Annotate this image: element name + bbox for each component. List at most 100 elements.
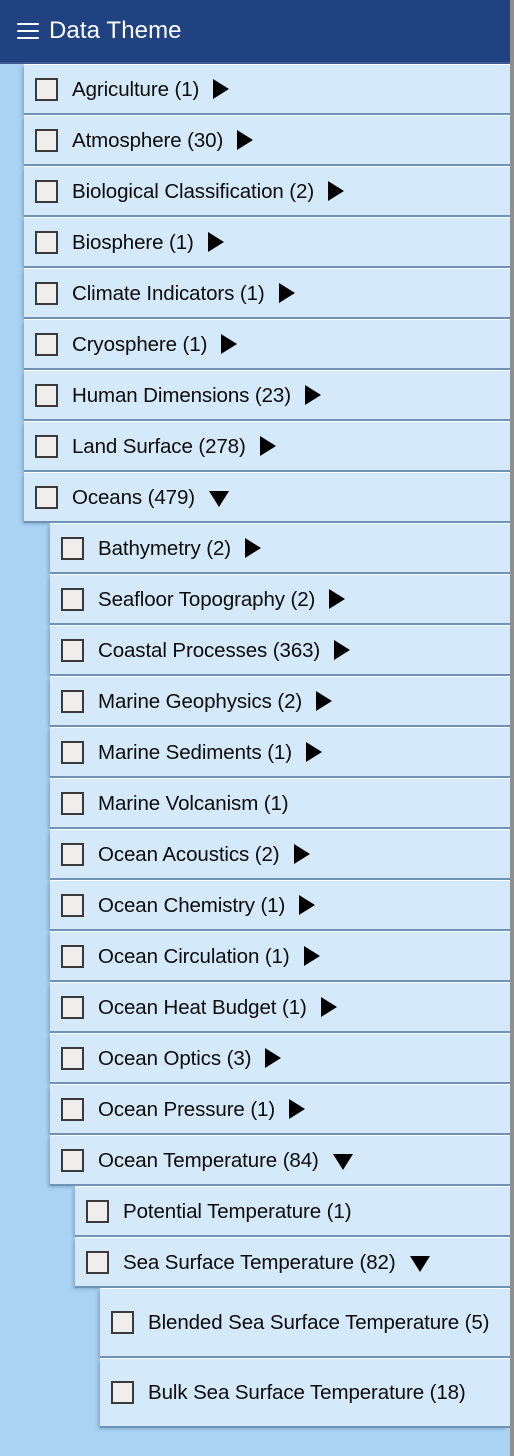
checkbox[interactable]	[35, 230, 58, 254]
checkbox[interactable]	[86, 1199, 109, 1223]
tree-item-biological-classification[interactable]: Biological Classification (2)	[24, 166, 510, 217]
checkbox[interactable]	[61, 791, 84, 815]
chevron-right-icon[interactable]	[316, 691, 333, 711]
tree-item-label: Marine Geophysics (2)	[98, 689, 303, 713]
tree-item-ocean-pressure[interactable]: Ocean Pressure (1)	[50, 1084, 510, 1135]
tree-item-land-surface[interactable]: Land Surface (278)	[24, 421, 510, 472]
checkbox[interactable]	[111, 1381, 134, 1404]
checkbox[interactable]	[35, 281, 58, 305]
chevron-right-icon[interactable]	[213, 79, 230, 99]
tree-item-label-wrap: Ocean Pressure (1)	[98, 1096, 504, 1123]
tree-item-label-wrap: Coastal Processes (363)	[98, 637, 504, 664]
tree-item-label-wrap: Ocean Acoustics (2)	[98, 841, 504, 868]
tree-item-ocean-temperature[interactable]: Ocean Temperature (84)	[50, 1135, 510, 1186]
checkbox[interactable]	[61, 944, 84, 968]
chevron-right-icon[interactable]	[303, 946, 320, 966]
tree-item-biosphere[interactable]: Biosphere (1)	[24, 217, 510, 268]
checkbox[interactable]	[61, 1148, 84, 1172]
checkbox[interactable]	[61, 1097, 84, 1121]
tree-item-label-wrap: Marine Volcanism (1)	[98, 790, 504, 817]
checkbox[interactable]	[61, 587, 84, 611]
tree-item-label-wrap: Ocean Chemistry (1)	[98, 892, 504, 919]
chevron-right-icon[interactable]	[299, 895, 316, 915]
chevron-right-icon[interactable]	[278, 283, 295, 303]
chevron-right-icon[interactable]	[245, 538, 262, 558]
tree-item-seafloor-topography[interactable]: Seafloor Topography (2)	[50, 574, 510, 625]
hamburger-icon[interactable]	[17, 22, 39, 40]
chevron-down-icon[interactable]	[332, 1153, 353, 1170]
chevron-down-icon[interactable]	[209, 490, 230, 507]
tree-item-ocean-optics[interactable]: Ocean Optics (3)	[50, 1033, 510, 1084]
chevron-right-icon[interactable]	[320, 997, 337, 1017]
tree-item-oceans[interactable]: Oceans (479)	[24, 472, 510, 523]
tree-item-blended-sea-surface-temperature[interactable]: Blended Sea Surface Temperature (5)	[100, 1288, 510, 1358]
page-title: Data Theme	[49, 17, 182, 44]
checkbox[interactable]	[61, 638, 84, 662]
chevron-right-icon[interactable]	[293, 844, 310, 864]
tree-item-label-wrap: Bathymetry (2)	[98, 535, 504, 562]
tree-item-marine-sediments[interactable]: Marine Sediments (1)	[50, 727, 510, 778]
checkbox[interactable]	[35, 485, 58, 509]
tree-item-cryosphere[interactable]: Cryosphere (1)	[24, 319, 510, 370]
tree-item-label-wrap: Seafloor Topography (2)	[98, 586, 504, 613]
tree-item-agriculture[interactable]: Agriculture (1)	[24, 64, 510, 115]
tree-item-label: Oceans (479)	[72, 485, 196, 509]
data-theme-tree: Agriculture (1) Atmosphere (30) Biological…	[0, 64, 510, 1428]
tree-item-label: Sea Surface Temperature (82)	[123, 1250, 396, 1274]
checkbox[interactable]	[35, 179, 58, 203]
tree-item-sea-surface-temperature[interactable]: Sea Surface Temperature (82)	[75, 1237, 510, 1288]
tree-item-label-wrap: Biosphere (1)	[72, 229, 504, 256]
checkbox[interactable]	[35, 434, 58, 458]
checkbox[interactable]	[35, 332, 58, 356]
tree-item-label: Marine Sediments (1)	[98, 740, 292, 764]
tree-item-climate-indicators[interactable]: Climate Indicators (1)	[24, 268, 510, 319]
tree-item-label-wrap: Land Surface (278)	[72, 433, 504, 460]
tree-item-ocean-heat-budget[interactable]: Ocean Heat Budget (1)	[50, 982, 510, 1033]
tree-item-label: Land Surface (278)	[72, 434, 246, 458]
chevron-right-icon[interactable]	[207, 232, 224, 252]
checkbox[interactable]	[61, 740, 84, 764]
chevron-right-icon[interactable]	[305, 742, 322, 762]
tree-item-ocean-acoustics[interactable]: Ocean Acoustics (2)	[50, 829, 510, 880]
chevron-right-icon[interactable]	[237, 130, 254, 150]
checkbox[interactable]	[61, 536, 84, 560]
checkbox[interactable]	[35, 77, 58, 101]
tree-item-potential-temperature[interactable]: Potential Temperature (1)	[75, 1186, 510, 1237]
chevron-right-icon[interactable]	[329, 589, 346, 609]
tree-item-label: Ocean Heat Budget (1)	[98, 995, 307, 1019]
panel-header: Data Theme	[0, 0, 510, 64]
chevron-right-icon[interactable]	[265, 1048, 282, 1068]
checkbox[interactable]	[61, 1046, 84, 1070]
checkbox[interactable]	[61, 689, 84, 713]
tree-item-label-wrap: Biological Classification (2)	[72, 178, 504, 205]
chevron-right-icon[interactable]	[221, 334, 238, 354]
checkbox[interactable]	[111, 1311, 134, 1334]
tree-item-label: Biological Classification (2)	[72, 179, 315, 203]
chevron-right-icon[interactable]	[289, 1099, 306, 1119]
checkbox[interactable]	[35, 128, 58, 152]
chevron-down-icon[interactable]	[409, 1255, 430, 1272]
tree-item-marine-volcanism[interactable]: Marine Volcanism (1)	[50, 778, 510, 829]
checkbox[interactable]	[35, 383, 58, 407]
tree-item-label-wrap: Ocean Optics (3)	[98, 1045, 504, 1072]
tree-item-ocean-chemistry[interactable]: Ocean Chemistry (1)	[50, 880, 510, 931]
checkbox[interactable]	[61, 842, 84, 866]
tree-item-label-wrap: Potential Temperature (1)	[123, 1198, 504, 1225]
tree-item-bulk-sea-surface-temperature[interactable]: Bulk Sea Surface Temperature (18)	[100, 1358, 510, 1428]
checkbox[interactable]	[86, 1250, 109, 1274]
tree-item-label: Potential Temperature (1)	[123, 1199, 352, 1223]
chevron-right-icon[interactable]	[328, 181, 345, 201]
chevron-right-icon[interactable]	[259, 436, 276, 456]
data-theme-panel: Data Theme Agriculture (1) Atmosphere (30…	[0, 0, 514, 1456]
tree-item-ocean-circulation[interactable]: Ocean Circulation (1)	[50, 931, 510, 982]
chevron-right-icon[interactable]	[304, 385, 321, 405]
tree-item-human-dimensions[interactable]: Human Dimensions (23)	[24, 370, 510, 421]
tree-item-marine-geophysics[interactable]: Marine Geophysics (2)	[50, 676, 510, 727]
tree-item-atmosphere[interactable]: Atmosphere (30)	[24, 115, 510, 166]
checkbox[interactable]	[61, 893, 84, 917]
tree-item-bathymetry[interactable]: Bathymetry (2)	[50, 523, 510, 574]
checkbox[interactable]	[61, 995, 84, 1019]
chevron-right-icon[interactable]	[334, 640, 351, 660]
tree-item-label: Ocean Temperature (84)	[98, 1148, 319, 1172]
tree-item-coastal-processes[interactable]: Coastal Processes (363)	[50, 625, 510, 676]
